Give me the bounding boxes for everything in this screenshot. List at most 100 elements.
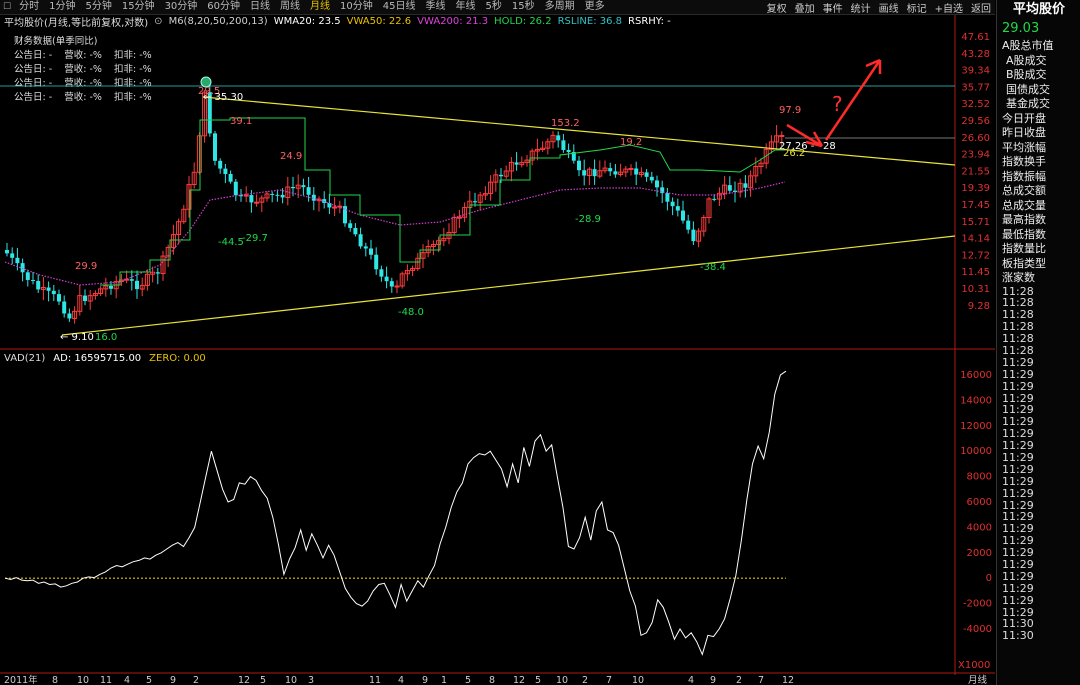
price-tick: 23.94 — [961, 150, 990, 161]
candle-body — [306, 187, 311, 195]
candle-body — [67, 313, 72, 319]
panel-time: 11:29 — [1002, 581, 1034, 595]
vad-tick: 14000 — [960, 395, 992, 406]
label-pct: -48.0 — [398, 307, 424, 318]
candle-body — [301, 185, 306, 188]
date-tick: 12 — [238, 675, 250, 685]
candle-body — [628, 167, 634, 170]
panel-item[interactable]: 指数量比 — [997, 242, 1080, 257]
panel-item[interactable]: 今日开盘 — [997, 112, 1080, 127]
label-question: ? — [832, 92, 843, 116]
panel-item[interactable]: 最高指数 — [997, 213, 1080, 228]
panel-title: 平均股价 — [1012, 2, 1065, 17]
candle-body — [25, 272, 30, 280]
label-pct: 39.1 — [230, 116, 252, 127]
candle-body — [712, 198, 717, 200]
vad-tick: 12000 — [960, 421, 992, 432]
candle-body — [332, 206, 338, 209]
candle-body — [270, 193, 275, 195]
panel-item[interactable]: 昨日收盘 — [997, 126, 1080, 141]
panel-item[interactable]: 最低指数 — [997, 228, 1080, 243]
candle-body — [155, 272, 160, 274]
candle-body — [36, 280, 41, 290]
candle-body — [275, 194, 280, 196]
panel-item[interactable]: 总成交量 — [997, 199, 1080, 214]
date-tick: 10 — [632, 675, 644, 685]
candle-body — [743, 183, 748, 188]
candle-body — [665, 193, 670, 202]
lower-trendline — [61, 235, 956, 336]
date-tick: 7 — [606, 675, 612, 685]
panel-item[interactable]: 指数振幅 — [997, 170, 1080, 185]
candle-body — [670, 201, 675, 207]
price-tick: 39.34 — [961, 66, 990, 77]
candle-body — [456, 216, 462, 219]
price-tick: 10.31 — [961, 284, 990, 295]
candle-body — [727, 185, 732, 191]
candle-body — [577, 160, 581, 171]
candle-body — [15, 257, 20, 264]
candle-body — [369, 248, 373, 255]
panel-time: 11:29 — [1002, 569, 1034, 583]
date-tick: 4 — [124, 675, 130, 685]
sub-indicator-value-2: ZERO: 0.00 — [149, 353, 206, 364]
panel-item[interactable]: 涨家数 — [997, 271, 1080, 286]
candle-body — [348, 223, 353, 228]
date-tick: 12 — [782, 675, 794, 685]
price-tick: 17.45 — [961, 200, 990, 211]
panel-item[interactable]: 国债成交 — [997, 83, 1080, 98]
panel-item[interactable]: 总成交额 — [997, 184, 1080, 199]
candle-body — [556, 135, 561, 141]
sub-indicator-value-1: AD: 16595715.00 — [53, 353, 142, 364]
candle-body — [83, 295, 87, 302]
price-tick: 35.77 — [961, 82, 990, 93]
panel-item[interactable]: 平均涨幅 — [997, 141, 1080, 156]
price-tick: 19.39 — [961, 183, 990, 194]
panel-time: 11:29 — [1002, 474, 1034, 488]
candle-body — [613, 171, 618, 175]
panel-time: 11:29 — [1002, 486, 1034, 500]
label-pct: -29.7 — [242, 233, 268, 244]
panel-item[interactable]: 基金成交 — [997, 97, 1080, 112]
candle-body — [46, 287, 51, 291]
panel-item[interactable]: 板指类型 — [997, 257, 1080, 272]
candle-body — [582, 170, 587, 176]
date-tick: 8 — [489, 675, 495, 685]
price-tick: 12.72 — [961, 250, 990, 261]
vad-tick: 6000 — [967, 497, 992, 508]
candle-body — [353, 227, 358, 235]
date-tick: 11 — [369, 675, 381, 685]
candle-body — [213, 133, 217, 161]
vad-tick: 2000 — [967, 548, 992, 559]
candle-body — [109, 285, 113, 289]
vad-tick: 4000 — [967, 522, 992, 533]
vad-line — [4, 370, 787, 656]
price-tick: 14.14 — [961, 234, 990, 245]
candle-body — [691, 229, 696, 242]
vad-unit: X1000 — [958, 660, 990, 671]
sub-indicator-value-0: VAD(21) — [4, 353, 46, 364]
candle-body — [62, 301, 67, 314]
panel-item[interactable]: A股成交 — [997, 54, 1080, 69]
price-tick: 47.61 — [961, 32, 990, 43]
panel-item[interactable]: A股总市值 — [997, 39, 1080, 54]
panel-time: 11:30 — [1002, 629, 1034, 643]
candle-body — [228, 173, 233, 182]
date-tick: 2011年 — [4, 674, 38, 685]
candle-body — [644, 172, 649, 177]
candle-body — [51, 290, 56, 295]
price-chart[interactable]: 29.5← 35.30← 9.10 16.029.9-44.5-29.739.12… — [0, 0, 996, 685]
date-tick: 5 — [465, 675, 471, 685]
label-pct: 97.9 — [779, 105, 801, 116]
candle-body — [561, 140, 566, 150]
date-tick: 3 — [308, 675, 314, 685]
candle-body — [363, 246, 368, 249]
date-tick: 12 — [513, 675, 525, 685]
panel-time: 11:29 — [1002, 379, 1034, 393]
panel-item[interactable]: B股成交 — [997, 68, 1080, 83]
price-tick: 15.71 — [961, 217, 990, 228]
candle-body — [473, 201, 477, 203]
panel-time: 11:29 — [1002, 462, 1034, 476]
candle-body — [31, 279, 35, 281]
panel-item[interactable]: 指数换手 — [997, 155, 1080, 170]
